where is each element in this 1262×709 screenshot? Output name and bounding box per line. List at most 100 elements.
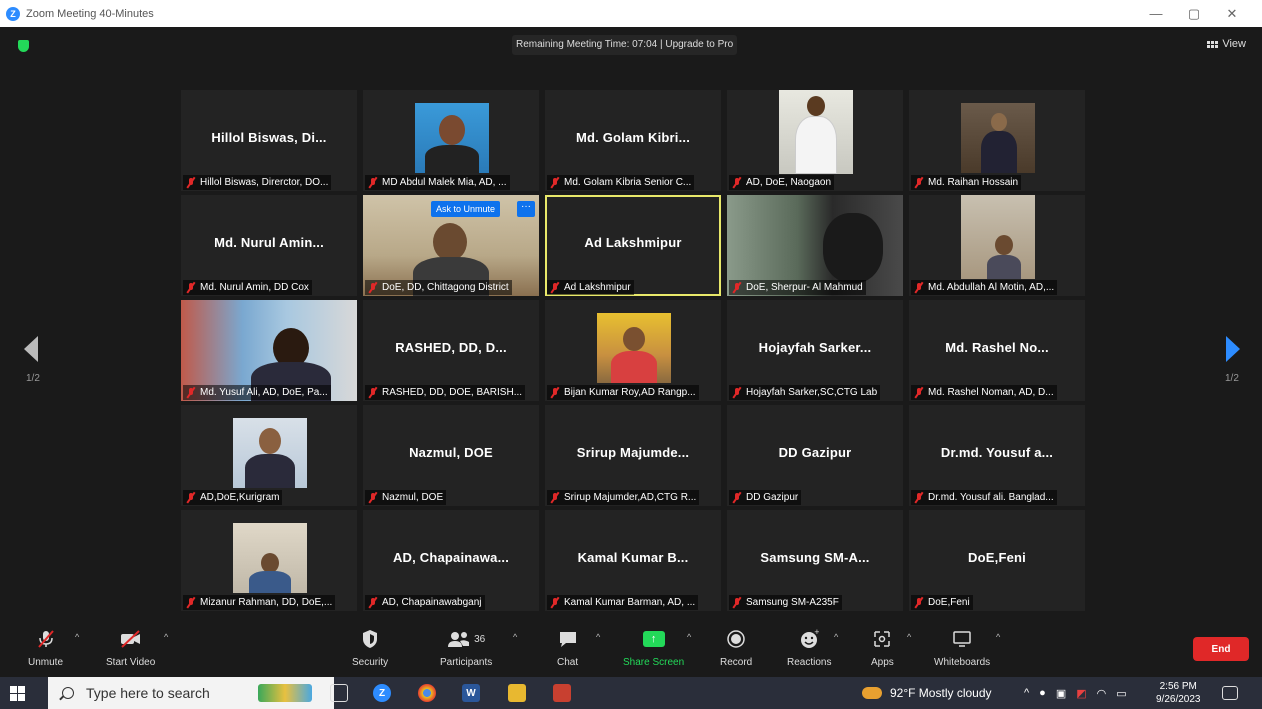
- participant-tile[interactable]: Md. Rashel No... Md. Rashel Noman, AD, D…: [909, 300, 1085, 401]
- more-options-button[interactable]: ···: [517, 201, 535, 217]
- chat-label: Chat: [557, 657, 579, 668]
- participant-label: RASHED, DD, DOE, BARISH...: [365, 385, 526, 400]
- close-button[interactable]: ✕: [1214, 0, 1250, 27]
- page-indicator-right: 1/2: [1225, 373, 1239, 384]
- share-options-caret-icon[interactable]: ^: [687, 632, 691, 642]
- unmute-label: Unmute: [28, 657, 64, 668]
- apps-button[interactable]: Apps: [871, 628, 894, 668]
- participant-tile[interactable]: Mizanur Rahman, DD, DoE,...: [181, 510, 357, 611]
- participant-tile[interactable]: Md. Yusuf Ali, AD, DoE, Pa...: [181, 300, 357, 401]
- video-options-caret-icon[interactable]: ^: [164, 632, 168, 642]
- participant-name: AD, Chapainawa...: [392, 550, 510, 565]
- chat-bubble-icon: [558, 628, 578, 650]
- svg-text:+: +: [814, 629, 819, 636]
- participant-label: Md. Rashel Noman, AD, D...: [911, 385, 1057, 400]
- reactions-options-caret-icon[interactable]: ^: [834, 632, 838, 642]
- view-label: View: [1222, 38, 1246, 50]
- participant-tile[interactable]: Kamal Kumar B... Kamal Kumar Barman, AD,…: [545, 510, 721, 611]
- whiteboards-options-caret-icon[interactable]: ^: [996, 632, 1000, 642]
- windows-start-icon[interactable]: [10, 686, 25, 701]
- word-taskbar-icon[interactable]: W: [462, 684, 480, 702]
- weather-widget[interactable]: 92°F Mostly cloudy: [862, 677, 992, 709]
- windows-taskbar: Type here to search Z W 92°F Mostly clou…: [0, 677, 1262, 709]
- participant-tile-active-speaker[interactable]: Ad Lakshmipur Ad Lakshmipur: [545, 195, 721, 296]
- chat-button[interactable]: Chat: [557, 628, 578, 668]
- participant-tile[interactable]: DoE,Feni DoE,Feni: [909, 510, 1085, 611]
- wifi-icon[interactable]: ◠: [1097, 687, 1107, 700]
- participants-options-caret-icon[interactable]: ^: [513, 632, 517, 642]
- participant-tile[interactable]: Md. Abdullah Al Motin, AD,...: [909, 195, 1085, 296]
- participant-tile[interactable]: Hojayfah Sarker... Hojayfah Sarker,SC,CT…: [727, 300, 903, 401]
- participant-tile[interactable]: Hillol Biswas, Di... Hillol Biswas, Dire…: [181, 90, 357, 191]
- notifications-icon[interactable]: [1222, 686, 1238, 700]
- record-button[interactable]: Record: [720, 628, 752, 668]
- profile-photo: [597, 313, 671, 383]
- previous-page-icon[interactable]: [24, 336, 38, 362]
- ask-to-unmute-button[interactable]: Ask to Unmute: [431, 201, 501, 217]
- apps-options-caret-icon[interactable]: ^: [907, 632, 911, 642]
- encryption-shield-icon[interactable]: [18, 40, 29, 52]
- participant-tile[interactable]: AD, DoE, Naogaon: [727, 90, 903, 191]
- mic-muted-icon: [732, 282, 742, 294]
- share-screen-label: Share Screen: [623, 657, 685, 668]
- participant-tile[interactable]: Md. Golam Kibri... Md. Golam Kibria Seni…: [545, 90, 721, 191]
- security-button[interactable]: Security: [352, 628, 388, 668]
- share-screen-button[interactable]: ↑ Share Screen: [623, 628, 684, 668]
- video-off-icon: [119, 628, 143, 650]
- participants-button[interactable]: 36 Participants: [440, 628, 492, 668]
- search-icon: [62, 687, 74, 699]
- zoom-taskbar-icon[interactable]: Z: [373, 684, 391, 702]
- participant-name: Nazmul, DOE: [409, 445, 493, 460]
- start-video-label: Start Video: [106, 657, 156, 668]
- record-label: Record: [720, 657, 753, 668]
- participant-name: DD Gazipur: [778, 445, 852, 460]
- mic-muted-icon: [368, 177, 378, 189]
- view-button[interactable]: View: [1207, 38, 1246, 50]
- participant-tile[interactable]: AD,DoE,Kurigram: [181, 405, 357, 506]
- zoom-app-icon: Z: [6, 6, 20, 21]
- participant-tile[interactable]: RASHED, DD, D... RASHED, DD, DOE, BARISH…: [363, 300, 539, 401]
- tray-expand-icon[interactable]: ^: [1024, 687, 1029, 699]
- reactions-button[interactable]: + Reactions: [787, 628, 831, 668]
- battery-icon[interactable]: ▭: [1116, 687, 1126, 700]
- file-explorer-taskbar-icon[interactable]: [508, 684, 526, 702]
- participant-label: AD, DoE, Naogaon: [729, 175, 835, 190]
- end-meeting-button[interactable]: End: [1193, 637, 1249, 661]
- participant-tile[interactable]: DD Gazipur DD Gazipur: [727, 405, 903, 506]
- participant-label: DoE, Sherpur- Al Mahmud: [729, 280, 866, 295]
- start-video-button[interactable]: Start Video: [106, 628, 155, 668]
- mic-muted-icon: [550, 282, 560, 294]
- system-tray[interactable]: ^ ● ▣ ◩ ◠ ▭: [1024, 677, 1127, 709]
- unmute-button[interactable]: Unmute: [28, 628, 63, 668]
- participant-tile[interactable]: Md. Nurul Amin... Md. Nurul Amin, DD Cox: [181, 195, 357, 296]
- participant-tile[interactable]: MD Abdul Malek Mia, AD, ...: [363, 90, 539, 191]
- participant-tile[interactable]: Samsung SM-A... Samsung SM-A235F: [727, 510, 903, 611]
- participant-tile[interactable]: Dr.md. Yousuf a... Dr.md. Yousuf ali. Ba…: [909, 405, 1085, 506]
- taskbar-clock[interactable]: 2:56 PM 9/26/2023: [1156, 680, 1201, 706]
- mic-muted-icon: [368, 282, 378, 294]
- meeting-topbar: Remaining Meeting Time: 07:04 | Upgrade …: [0, 27, 1262, 63]
- participant-tile[interactable]: Srirup Majumde... Srirup Majumder,AD,CTG…: [545, 405, 721, 506]
- participant-name: Srirup Majumde...: [576, 445, 690, 460]
- app-taskbar-icon[interactable]: [553, 684, 571, 702]
- participant-tile[interactable]: DoE, Sherpur- Al Mahmud: [727, 195, 903, 296]
- participant-name: Samsung SM-A...: [760, 550, 870, 565]
- participant-tile[interactable]: Md. Raihan Hossain: [909, 90, 1085, 191]
- restore-button[interactable]: ▢: [1176, 0, 1212, 27]
- chrome-taskbar-icon[interactable]: [418, 684, 436, 702]
- participant-tile[interactable]: Ask to Unmute ··· DoE, DD, Chittagong Di…: [363, 195, 539, 296]
- minimize-button[interactable]: —: [1138, 0, 1174, 27]
- next-page-icon[interactable]: [1226, 336, 1240, 362]
- audio-options-caret-icon[interactable]: ^: [75, 632, 79, 642]
- chat-options-caret-icon[interactable]: ^: [596, 632, 600, 642]
- participant-tile[interactable]: Bijan Kumar Roy,AD Rangp...: [545, 300, 721, 401]
- record-icon: [726, 628, 746, 650]
- weather-text: 92°F Mostly cloudy: [890, 686, 992, 700]
- participant-label: Md. Raihan Hossain: [911, 175, 1022, 190]
- task-view-icon[interactable]: [330, 684, 348, 702]
- security-label: Security: [352, 657, 389, 668]
- remaining-time-banner[interactable]: Remaining Meeting Time: 07:04 | Upgrade …: [512, 35, 738, 55]
- participant-tile[interactable]: AD, Chapainawa... AD, Chapainawabganj: [363, 510, 539, 611]
- whiteboards-button[interactable]: Whiteboards: [934, 628, 990, 668]
- participant-tile[interactable]: Nazmul, DOE Nazmul, DOE: [363, 405, 539, 506]
